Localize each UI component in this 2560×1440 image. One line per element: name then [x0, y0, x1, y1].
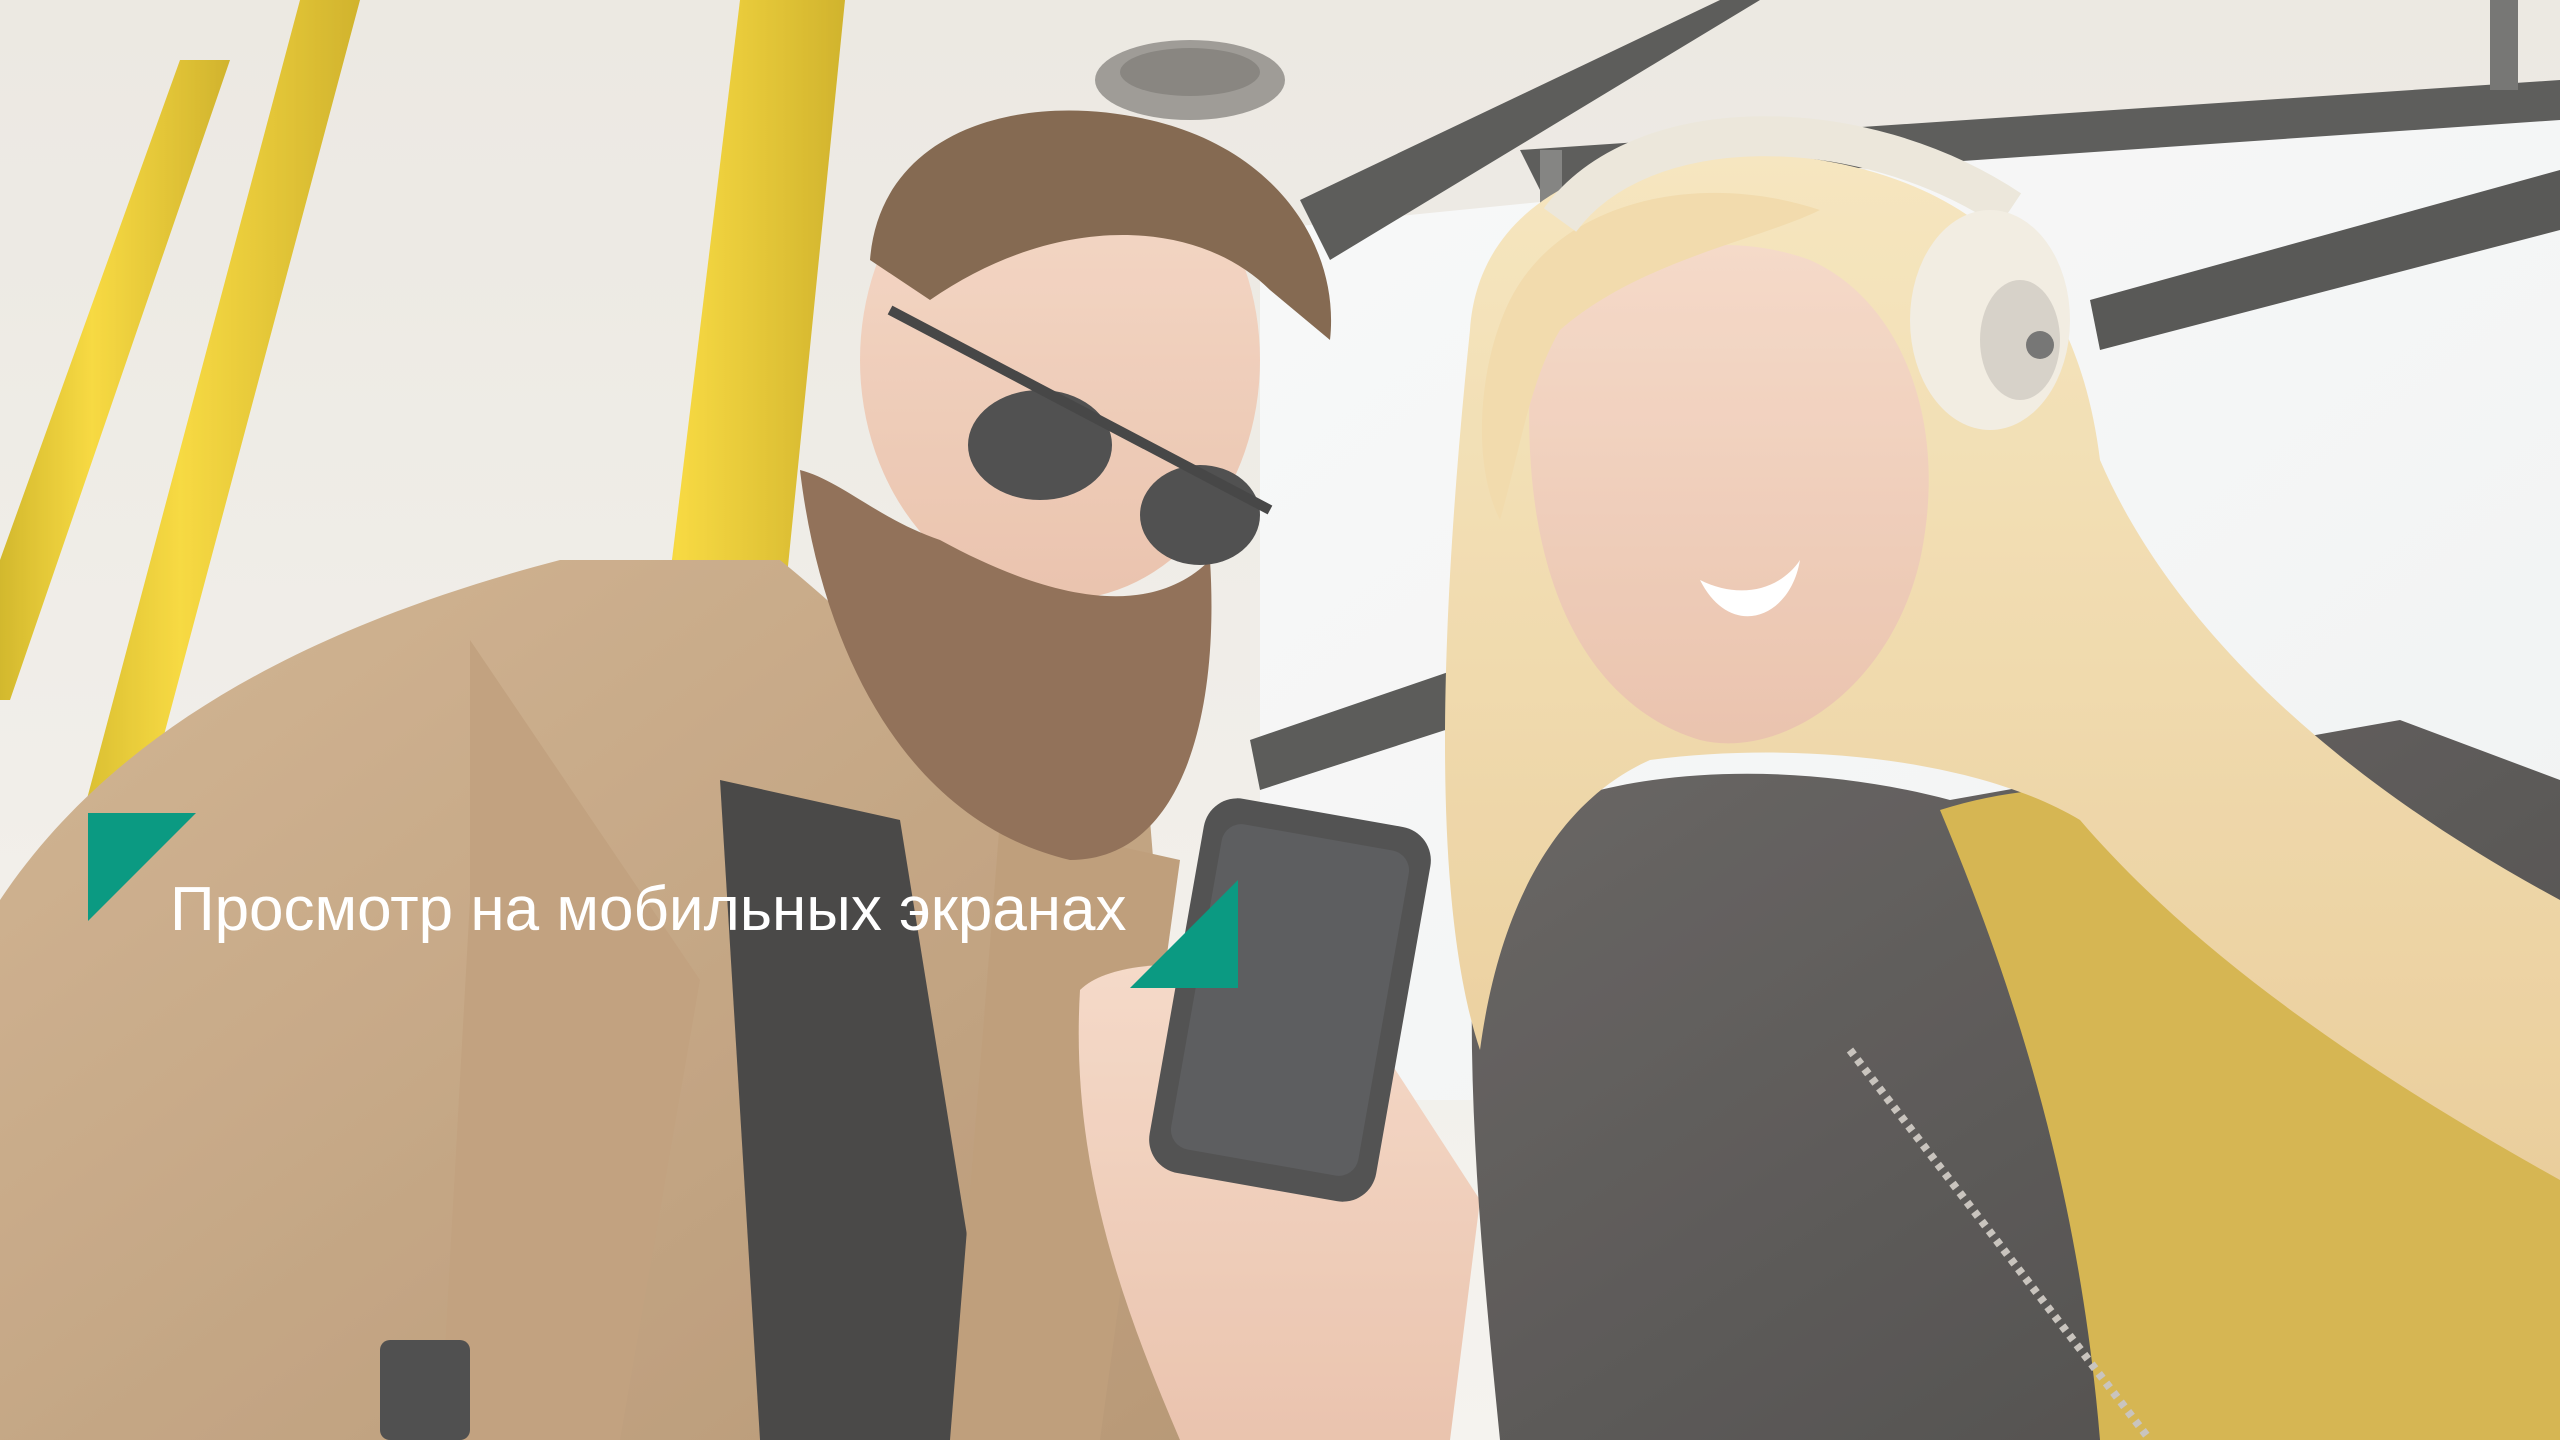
corner-accent-bottom-right-icon — [1130, 880, 1238, 988]
slide: Просмотр на мобильных экранах — [0, 0, 2560, 1440]
slide-caption: Просмотр на мобильных экранах — [170, 875, 1127, 944]
light-overlay — [0, 0, 2560, 1440]
